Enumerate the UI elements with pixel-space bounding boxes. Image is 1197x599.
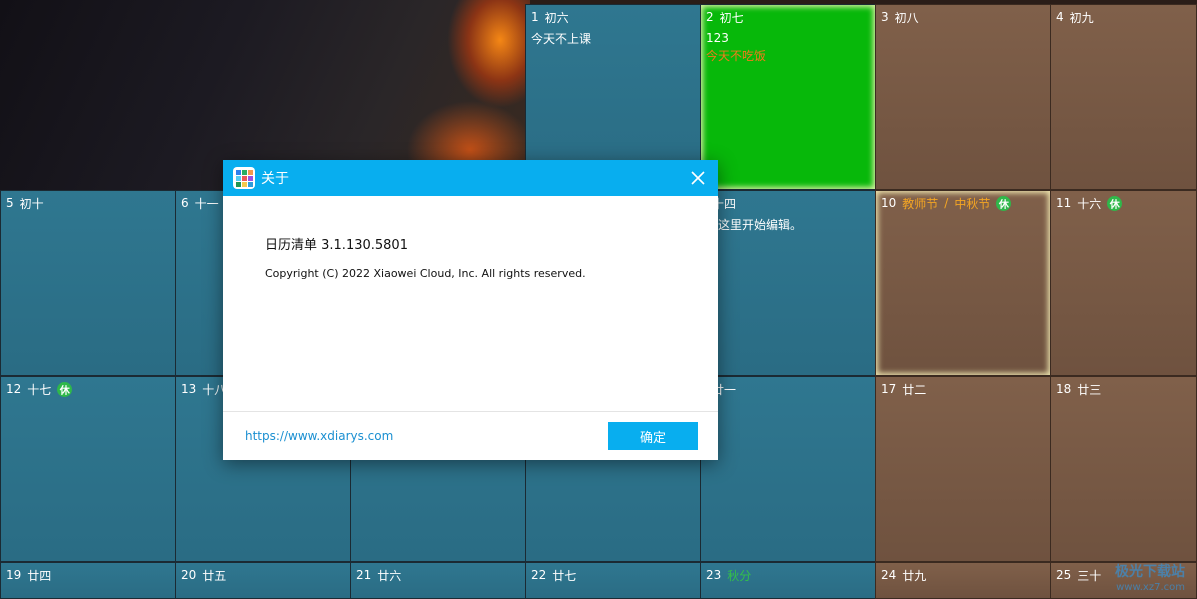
calendar-day-cell[interactable]: 17 廿二 (875, 376, 1051, 562)
calendar-day-cell[interactable]: 22 廿七 (525, 562, 701, 599)
calendar-day-cell[interactable]: 十四 击这里开始编辑。 (700, 190, 876, 376)
lunar-date: 初六 (544, 10, 569, 25)
watermark-title: 极光下载站 (1115, 564, 1185, 580)
dialog-title-bar: 关于 (223, 160, 718, 196)
day-number: 25 (1056, 568, 1072, 582)
lunar-date: 十一 (194, 196, 219, 211)
calendar-day-cell[interactable]: 19 廿四 (0, 562, 176, 599)
calendar-day-cell[interactable]: 23 秋分 (700, 562, 876, 599)
calendar-day-cell[interactable]: 4 初九 (1050, 4, 1197, 190)
day-number: 10 (881, 196, 897, 210)
day-number: 4 (1056, 10, 1064, 24)
lunar-date: 十六 (1077, 196, 1102, 211)
close-icon (691, 171, 705, 185)
day-number: 20 (181, 568, 197, 582)
lunar-date: 廿三 (1077, 382, 1102, 397)
day-number: 21 (356, 568, 372, 582)
dialog-body: 日历清单 3.1.130.5801 Copyright (C) 2022 Xia… (223, 196, 718, 280)
day-number: 11 (1056, 196, 1072, 210)
festival-separator: / (944, 196, 949, 210)
rest-day-badge: 休 (996, 195, 1012, 211)
calendar-day-cell[interactable]: 10 教师节 / 中秋节 休 (875, 190, 1051, 376)
lunar-date: 初八 (894, 10, 919, 25)
close-button[interactable] (686, 166, 710, 190)
day-number: 17 (881, 382, 897, 396)
ok-button[interactable]: 确定 (608, 422, 698, 450)
lunar-date: 初九 (1069, 10, 1094, 25)
day-number: 2 (706, 10, 714, 24)
calendar-day-cell[interactable]: 5 初十 (0, 190, 176, 376)
day-number: 19 (6, 568, 22, 582)
solar-term-label: 秋分 (727, 568, 752, 583)
day-number: 18 (1056, 382, 1072, 396)
day-note: 今天不吃饭 (706, 49, 767, 63)
day-number: 5 (6, 196, 14, 210)
lunar-date: 初十 (19, 196, 44, 211)
festival-label: 教师节 (902, 196, 939, 211)
lunar-date: 十七 (27, 382, 52, 397)
rest-day-badge: 休 (57, 381, 73, 397)
calendar-day-cell[interactable]: 12 十七 休 (0, 376, 176, 562)
day-number: 23 (706, 568, 722, 582)
calendar-day-cell[interactable]: 18 廿三 (1050, 376, 1197, 562)
lunar-date: 廿四 (27, 568, 52, 583)
dialog-title: 关于 (261, 171, 289, 187)
day-note: 击这里开始编辑。 (706, 218, 803, 232)
lunar-date: 廿六 (377, 568, 402, 583)
day-number: 12 (6, 382, 22, 396)
day-number: 22 (531, 568, 547, 582)
app-version: 日历清单 3.1.130.5801 (265, 238, 408, 253)
rest-day-badge: 休 (1107, 195, 1123, 211)
app-logo-icon (233, 167, 255, 189)
day-number: 24 (881, 568, 897, 582)
lunar-date: 初七 (719, 10, 744, 25)
festival-label: 中秋节 (954, 196, 991, 211)
watermark: 极光下载站 www.xz7.com (1115, 565, 1185, 595)
calendar-day-cell[interactable]: 11 十六 休 (1050, 190, 1197, 376)
lunar-date: 廿二 (902, 382, 927, 397)
calendar-day-cell[interactable]: 21 廿六 (350, 562, 526, 599)
day-number: 1 (531, 10, 539, 24)
about-dialog: 关于 日历清单 3.1.130.5801 Copyright (C) 2022 … (223, 160, 718, 460)
day-note: 123 (706, 31, 729, 45)
website-link[interactable]: https://www.xdiarys.com (245, 429, 393, 443)
day-number: 3 (881, 10, 889, 24)
day-number: 13 (181, 382, 197, 396)
lunar-date: 廿七 (552, 568, 577, 583)
lunar-date: 廿五 (202, 568, 227, 583)
watermark-url: www.xz7.com (1116, 582, 1185, 593)
lunar-date: 廿九 (902, 568, 927, 583)
dialog-footer: https://www.xdiarys.com 确定 (223, 411, 718, 460)
day-number: 6 (181, 196, 189, 210)
day-note: 今天不上课 (531, 32, 592, 46)
calendar-day-cell[interactable]: 20 廿五 (175, 562, 351, 599)
lunar-date: 三十 (1077, 568, 1102, 583)
calendar-day-cell[interactable]: 24 廿九 (875, 562, 1051, 599)
copyright-text: Copyright (C) 2022 Xiaowei Cloud, Inc. A… (265, 267, 586, 280)
calendar-day-cell[interactable]: 3 初八 (875, 4, 1051, 190)
calendar-day-cell[interactable]: 2 初七 123 今天不吃饭 (700, 4, 876, 190)
calendar-day-cell[interactable]: 廿一 (700, 376, 876, 562)
